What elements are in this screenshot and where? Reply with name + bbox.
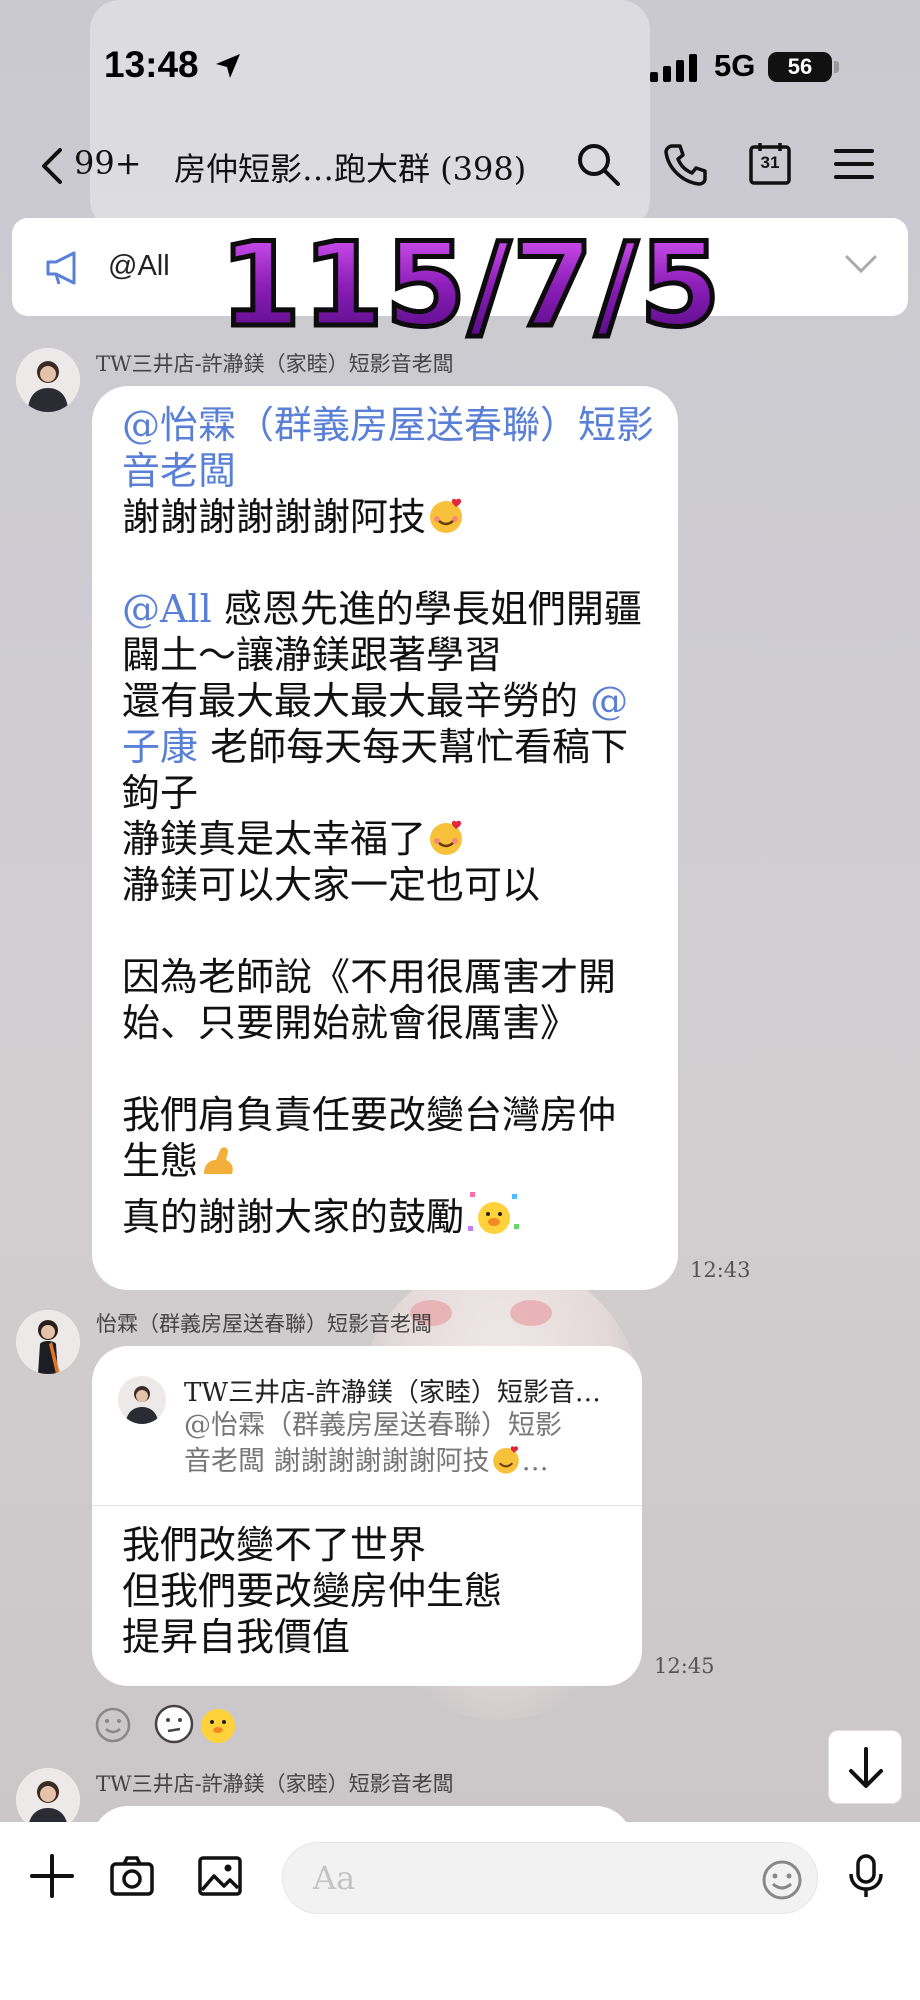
sender-name: 怡霖（群義房屋送春聯）短影音老闆: [96, 1312, 432, 1336]
message-line: 子康 老師每天每天幫忙看稿下: [122, 725, 629, 769]
emoji-picker-icon[interactable]: [761, 1859, 803, 1901]
message-line: 瀞鎂真是太幸福了: [122, 816, 654, 862]
arrow-down-icon: [849, 1747, 883, 1788]
message-line: 生態: [122, 1138, 654, 1184]
sender-name: TW三井店-許瀞鎂（家睦）短影音老闆: [96, 352, 454, 376]
message-line: 瀞鎂可以大家一定也可以: [122, 863, 541, 907]
announcement-text: @All: [108, 250, 170, 282]
status-time: 13:48: [104, 44, 199, 85]
message-line: 我們肩負責任要改變台灣房仲: [122, 1093, 617, 1137]
message-line: 始、只要開始就會很厲害》: [122, 1001, 579, 1045]
message-input-bar: Aa: [0, 1822, 920, 2000]
unread-count[interactable]: 99+: [74, 144, 142, 182]
cellular-signal-icon: [650, 54, 697, 82]
message-bubble[interactable]: @怡霖（群義房屋送春聯）短影 音老闆 謝謝謝謝謝謝阿技 @All 感恩先進的學長…: [92, 386, 678, 1290]
back-chevron-icon[interactable]: [36, 144, 68, 188]
quote-sender-name: TW三井店-許瀞鎂（家睦）短影音…: [184, 1378, 601, 1408]
camera-icon[interactable]: [108, 1852, 156, 1900]
megaphone-icon: [46, 251, 76, 285]
scroll-to-bottom-button[interactable]: [828, 1730, 902, 1804]
message-line: 提昇自我價值: [122, 1615, 351, 1659]
calendar-day: 31: [760, 153, 780, 172]
message-line: 闢土～讓瀞鎂跟著學習: [122, 633, 503, 677]
message-line: 但我們要改變房仲生態: [122, 1569, 503, 1613]
add-reaction-smiley-icon[interactable]: [94, 1706, 132, 1744]
message-time: 12:43: [690, 1258, 751, 1282]
thinking-face-reaction-icon[interactable]: [152, 1702, 196, 1746]
avatar[interactable]: [16, 348, 80, 412]
chick-sticker-icon: [468, 1192, 520, 1234]
chick-reaction-icon[interactable]: [196, 1700, 240, 1746]
quote-text-line: 音老闆 謝謝謝謝謝謝阿技…: [184, 1446, 549, 1477]
message-input[interactable]: Aa: [282, 1842, 818, 1914]
message-line: 因為老師說《不用很厲害才開: [122, 955, 617, 999]
chat-title[interactable]: 房仲短影…跑大群 (398): [174, 144, 526, 190]
quote-avatar: [118, 1376, 166, 1424]
message-line: [122, 1046, 654, 1092]
message-line: @怡霖（群義房屋送春聯）短影: [122, 403, 655, 447]
network-type: 5G: [714, 48, 756, 83]
phone-icon[interactable]: [662, 140, 710, 188]
message-line: @All 感恩先進的學長姐們開疆: [122, 587, 642, 631]
message-text: @怡霖（群義房屋送春聯）短影 音老闆 謝謝謝謝謝謝阿技 @All 感恩先進的學長…: [122, 402, 654, 1244]
quote-text-line: @怡霖（群義房屋送春聯）短影: [184, 1410, 562, 1441]
smiling-hearts-emoji-icon: [430, 498, 463, 533]
message-line: 真的謝謝大家的鼓勵: [122, 1184, 654, 1244]
avatar-portrait-icon: [16, 348, 80, 412]
quoted-message[interactable]: TW三井店-許瀞鎂（家睦）短影音… @怡霖（群義房屋送春聯）短影 音老闆 謝謝謝…: [92, 1346, 642, 1506]
chevron-down-icon[interactable]: [844, 252, 878, 276]
sender-name: TW三井店-許瀞鎂（家睦）短影音老闆: [96, 1772, 454, 1796]
avatar-portrait-icon: [16, 1310, 80, 1374]
message-input-placeholder: Aa: [313, 1859, 356, 1897]
flexed-biceps-emoji-icon: [204, 1147, 233, 1174]
message-time: 12:45: [654, 1654, 715, 1678]
smiling-hearts-emoji-icon: [492, 1446, 519, 1474]
status-bar: 13:48 5G 56: [0, 0, 920, 130]
avatar-portrait-icon: [118, 1376, 166, 1424]
image-gallery-icon[interactable]: [196, 1852, 244, 1900]
menu-icon[interactable]: [830, 140, 878, 188]
avatar[interactable]: [16, 1310, 80, 1374]
chat-header: 99+ 房仲短影…跑大群 (398) 31: [0, 130, 920, 220]
reply-message-bubble[interactable]: TW三井店-許瀞鎂（家睦）短影音… @怡霖（群義房屋送春聯）短影 音老闆 謝謝謝…: [92, 1346, 642, 1686]
message-line: 還有最大最大最大最辛勞的 @: [122, 679, 629, 723]
smiling-hearts-emoji-icon: [430, 820, 463, 855]
calendar-icon[interactable]: 31: [746, 140, 794, 188]
overlay-date-text: 115/7/5: [217, 216, 723, 356]
reactions-row[interactable]: [92, 1700, 252, 1750]
message-line: [122, 908, 654, 954]
location-arrow-icon: [216, 54, 240, 78]
message-line: 音老闆: [122, 449, 237, 493]
message-text: 我們改變不了世界 但我們要改變房仲生態 提昇自我價值: [122, 1522, 502, 1660]
plus-icon[interactable]: [28, 1852, 76, 1900]
battery-tip: [834, 61, 839, 73]
background-cheek: [510, 1300, 552, 1326]
message-line: [122, 540, 654, 586]
message-line: 謝謝謝謝謝謝阿技: [122, 494, 654, 540]
search-icon[interactable]: [574, 140, 622, 188]
message-line: 我們改變不了世界: [122, 1523, 427, 1567]
microphone-icon[interactable]: [842, 1852, 890, 1900]
battery-icon: 56: [768, 52, 832, 82]
message-line: 鉤子: [122, 771, 199, 815]
